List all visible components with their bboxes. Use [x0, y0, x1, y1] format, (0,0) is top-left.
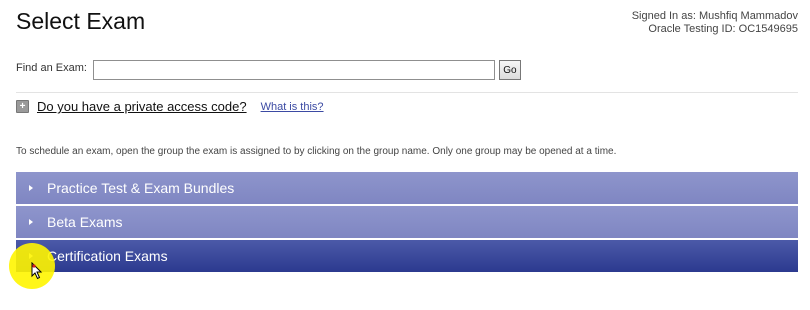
group-certification-exams[interactable]: Certification Exams: [16, 240, 798, 272]
group-label: Certification Exams: [47, 248, 168, 264]
signed-in-info: Signed In as: Mushfiq Mammadov Oracle Te…: [632, 10, 798, 36]
signed-in-user: Signed In as: Mushfiq Mammadov: [631, 10, 798, 22]
group-practice-test-exam-bundles[interactable]: Practice Test & Exam Bundles: [16, 172, 798, 204]
group-label: Practice Test & Exam Bundles: [47, 180, 235, 196]
go-button[interactable]: Go: [498, 60, 521, 80]
testing-id: Oracle Testing ID: OC1549695: [648, 23, 798, 35]
page-title: Select Exam: [16, 8, 146, 34]
exam-groups: Practice Test & Exam Bundles Beta Exams …: [16, 172, 798, 274]
expand-plus-icon[interactable]: +: [16, 100, 29, 113]
find-exam-input[interactable]: [92, 60, 495, 80]
find-exam-label: Find an Exam:: [16, 62, 87, 74]
find-exam-row: Find an Exam: Go: [16, 58, 521, 80]
caret-right-icon: [29, 185, 33, 191]
private-access-code-link[interactable]: Do you have a private access code?: [37, 99, 247, 114]
select-exam-page: Select Exam Signed In as: Mushfiq Mammad…: [0, 0, 810, 310]
mouse-pointer-icon: [31, 262, 43, 280]
divider: [16, 92, 798, 93]
caret-right-icon: [29, 219, 33, 225]
instructions-text: To schedule an exam, open the group the …: [16, 146, 617, 157]
group-label: Beta Exams: [47, 214, 123, 230]
group-beta-exams[interactable]: Beta Exams: [16, 206, 798, 238]
what-is-this-link[interactable]: What is this?: [261, 101, 324, 113]
private-access-row: + Do you have a private access code? Wha…: [16, 99, 324, 114]
